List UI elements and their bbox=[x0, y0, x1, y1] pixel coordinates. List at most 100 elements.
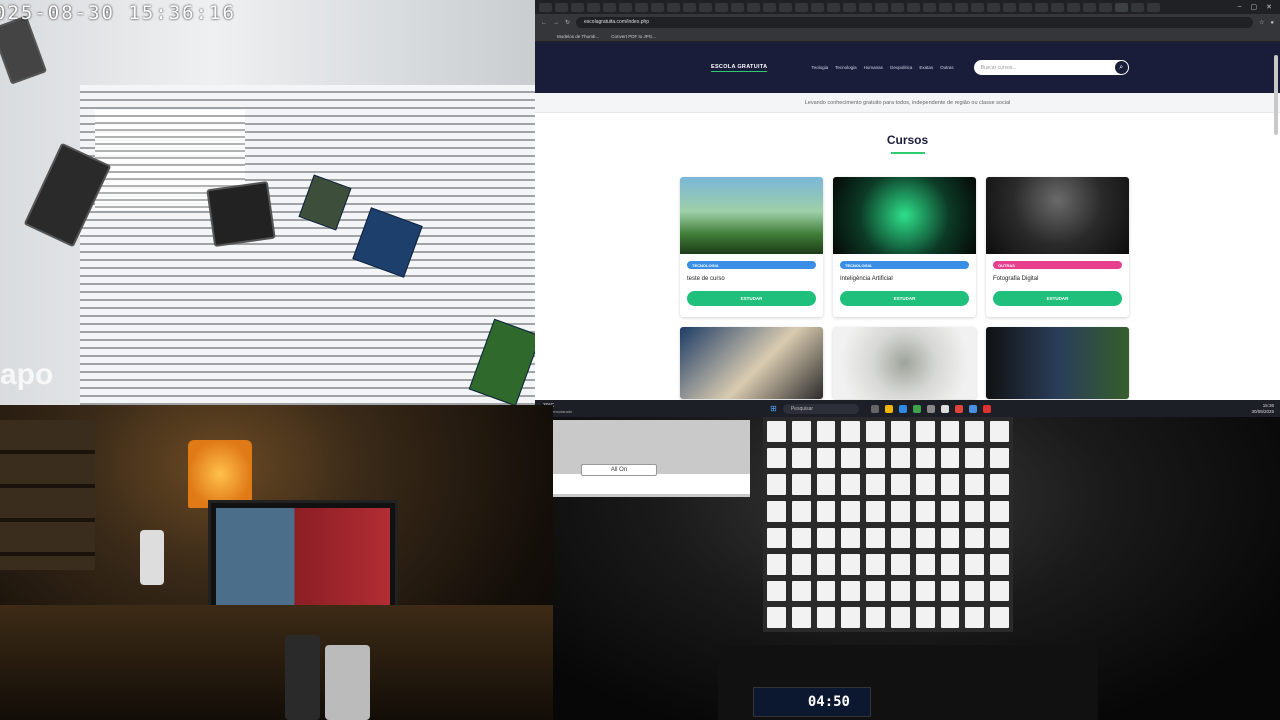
page-scrollbar[interactable] bbox=[1274, 55, 1278, 135]
pad-button[interactable] bbox=[816, 554, 836, 575]
browser-tab[interactable] bbox=[811, 2, 824, 12]
pad-button[interactable] bbox=[940, 554, 960, 575]
pad-button[interactable] bbox=[767, 580, 786, 602]
browser-tab[interactable] bbox=[747, 2, 760, 12]
browser-tab[interactable] bbox=[875, 2, 888, 12]
browser-tab[interactable] bbox=[603, 2, 616, 12]
pad-button[interactable] bbox=[965, 607, 985, 628]
pad-button[interactable] bbox=[915, 421, 935, 442]
browser-tab[interactable] bbox=[1147, 2, 1160, 12]
pad-button[interactable] bbox=[767, 474, 786, 495]
pad-button[interactable] bbox=[866, 447, 885, 469]
pad-button[interactable] bbox=[915, 527, 935, 549]
pad-button[interactable] bbox=[866, 474, 885, 495]
pad-button[interactable] bbox=[940, 580, 960, 602]
pad-button[interactable] bbox=[990, 607, 1009, 628]
browser-tab[interactable] bbox=[843, 2, 856, 12]
pad-button[interactable] bbox=[915, 447, 935, 469]
pad-button[interactable] bbox=[965, 421, 985, 442]
pad-button[interactable] bbox=[816, 580, 836, 602]
pad-button[interactable] bbox=[816, 447, 836, 469]
minimize-icon[interactable]: – bbox=[1238, 3, 1242, 11]
reload-icon[interactable]: ↻ bbox=[565, 19, 570, 26]
pad-button[interactable] bbox=[791, 447, 811, 469]
nav-link[interactable]: Tecnologia bbox=[835, 65, 857, 70]
pad-button[interactable] bbox=[841, 527, 861, 549]
browser-tab[interactable] bbox=[939, 2, 952, 12]
app-icon[interactable] bbox=[884, 404, 893, 413]
pad-button[interactable] bbox=[791, 500, 811, 522]
browser-tab[interactable] bbox=[1083, 2, 1096, 12]
pad-button[interactable] bbox=[767, 527, 786, 549]
app-icon[interactable] bbox=[870, 404, 879, 413]
pad-button[interactable] bbox=[841, 554, 861, 575]
back-icon[interactable]: ← bbox=[541, 20, 547, 26]
pad-button[interactable] bbox=[866, 554, 885, 575]
pad-button[interactable] bbox=[990, 421, 1009, 442]
browser-tab[interactable] bbox=[1019, 2, 1032, 12]
course-card[interactable] bbox=[680, 327, 823, 399]
browser-tab[interactable] bbox=[891, 2, 904, 12]
browser-tab[interactable] bbox=[715, 2, 728, 12]
study-button[interactable]: ESTUDAR bbox=[993, 291, 1122, 306]
pad-button[interactable] bbox=[940, 447, 960, 469]
all-on-button[interactable]: All On bbox=[581, 464, 657, 476]
pad-button[interactable] bbox=[915, 500, 935, 522]
search-icon[interactable]: ⌕ bbox=[1114, 61, 1128, 74]
pad-button[interactable] bbox=[841, 421, 861, 442]
bookmark-item[interactable]: Convert PDF to JPG... bbox=[611, 34, 656, 39]
pad-button[interactable] bbox=[940, 500, 960, 522]
pad-button[interactable] bbox=[767, 447, 786, 469]
pad-button[interactable] bbox=[890, 607, 910, 628]
pad-button[interactable] bbox=[890, 554, 910, 575]
browser-tab[interactable] bbox=[699, 2, 712, 12]
pad-button[interactable] bbox=[890, 474, 910, 495]
pad-button[interactable] bbox=[767, 554, 786, 575]
pad-button[interactable] bbox=[915, 474, 935, 495]
browser-tab[interactable] bbox=[763, 2, 776, 12]
pad-button[interactable] bbox=[841, 447, 861, 469]
browser-tab[interactable] bbox=[619, 2, 632, 12]
pad-button[interactable] bbox=[816, 607, 836, 628]
pad-button[interactable] bbox=[816, 527, 836, 549]
browser-tab[interactable] bbox=[1131, 2, 1144, 12]
study-button[interactable]: ESTUDAR bbox=[687, 291, 816, 306]
pad-button[interactable] bbox=[890, 580, 910, 602]
browser-tab[interactable] bbox=[859, 2, 872, 12]
pad-button[interactable] bbox=[791, 527, 811, 549]
profile-icon[interactable]: ● bbox=[1270, 20, 1274, 26]
course-card[interactable] bbox=[986, 327, 1129, 399]
nav-link[interactable]: Outras bbox=[940, 65, 954, 70]
pad-button[interactable] bbox=[841, 474, 861, 495]
nav-link[interactable]: Geopolitica bbox=[890, 65, 913, 70]
browser-tab[interactable] bbox=[539, 2, 552, 12]
pad-button[interactable] bbox=[990, 554, 1009, 575]
pad-button[interactable] bbox=[965, 474, 985, 495]
pad-button[interactable] bbox=[841, 607, 861, 628]
start-icon[interactable]: ⊞ bbox=[770, 404, 777, 413]
browser-tab[interactable] bbox=[571, 2, 584, 12]
pad-button[interactable] bbox=[866, 421, 885, 442]
app-icon[interactable] bbox=[898, 404, 907, 413]
browser-tab[interactable] bbox=[795, 2, 808, 12]
browser-tab[interactable] bbox=[667, 2, 680, 12]
pad-button[interactable] bbox=[990, 447, 1009, 469]
course-card[interactable] bbox=[833, 327, 976, 399]
pad-button[interactable] bbox=[890, 447, 910, 469]
pad-button[interactable] bbox=[965, 580, 985, 602]
pad-button[interactable] bbox=[965, 527, 985, 549]
pad-button[interactable] bbox=[791, 474, 811, 495]
pad-button[interactable] bbox=[791, 554, 811, 575]
pad-button[interactable] bbox=[965, 500, 985, 522]
course-card[interactable]: TECNOLOGIA teste de curso ESTUDAR bbox=[680, 177, 823, 317]
app-icon[interactable] bbox=[912, 404, 921, 413]
nav-link[interactable]: Exatas bbox=[919, 65, 933, 70]
bookmark-item[interactable]: Modelos de Thumb... bbox=[557, 34, 599, 39]
course-card[interactable]: OUTRAS Fotografia Digital ESTUDAR bbox=[986, 177, 1129, 317]
nav-link[interactable]: Humanas bbox=[864, 65, 883, 70]
close-icon[interactable]: ✕ bbox=[1266, 3, 1272, 11]
pad-button[interactable] bbox=[915, 554, 935, 575]
browser-tab[interactable] bbox=[827, 2, 840, 12]
app-icon[interactable] bbox=[968, 404, 977, 413]
browser-tab[interactable] bbox=[555, 2, 568, 12]
